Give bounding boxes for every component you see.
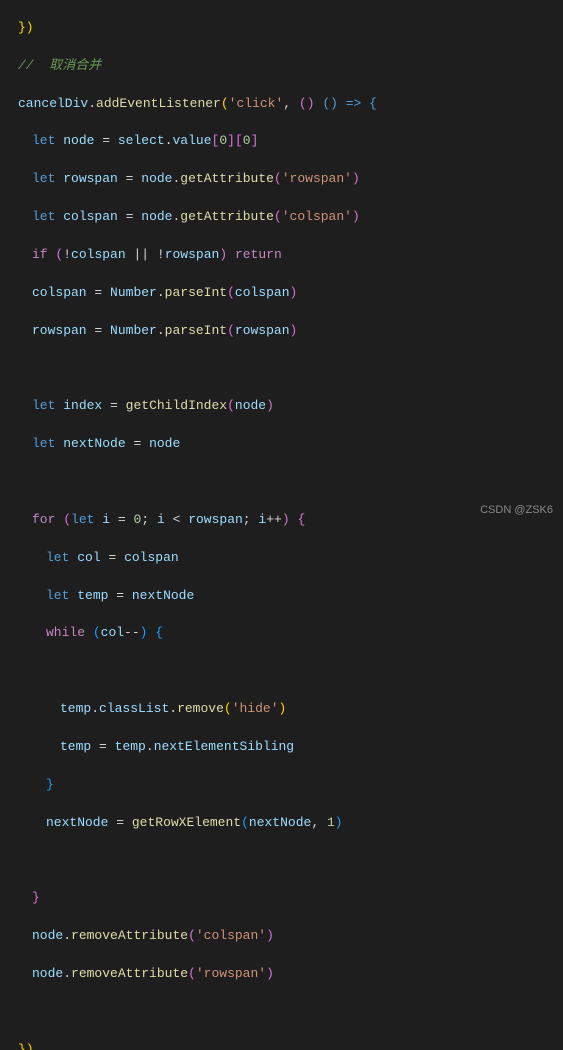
code-line: temp = temp.nextElementSibling (18, 738, 563, 757)
code-line (18, 851, 563, 870)
code-line: if (!colspan || !rowspan) return (18, 246, 563, 265)
code-editor[interactable]: }) // 取消合并 cancelDiv.addEventListener('c… (0, 0, 563, 1050)
code-line: let col = colspan (18, 549, 563, 568)
code-line: let temp = nextNode (18, 587, 563, 606)
code-line: nextNode = getRowXElement(nextNode, 1) (18, 814, 563, 833)
code-line (18, 359, 563, 378)
code-line: }) (18, 1041, 563, 1050)
code-line: temp.classList.remove('hide') (18, 700, 563, 719)
code-line: node.removeAttribute('colspan') (18, 927, 563, 946)
code-line: let node = select.value[0][0] (18, 132, 563, 151)
code-line: node.removeAttribute('rowspan') (18, 965, 563, 984)
code-line: let nextNode = node (18, 435, 563, 454)
code-line (18, 1003, 563, 1022)
code-line: }) (18, 19, 563, 38)
watermark: CSDN @ZSK6 (480, 503, 553, 519)
code-line: while (col--) { (18, 624, 563, 643)
code-line: let colspan = node.getAttribute('colspan… (18, 208, 563, 227)
code-line: let index = getChildIndex(node) (18, 397, 563, 416)
code-line: cancelDiv.addEventListener('click', () (… (18, 95, 563, 114)
code-line: let rowspan = node.getAttribute('rowspan… (18, 170, 563, 189)
code-line: colspan = Number.parseInt(colspan) (18, 284, 563, 303)
code-line (18, 662, 563, 681)
code-line: rowspan = Number.parseInt(rowspan) (18, 322, 563, 341)
code-line: // 取消合并 (18, 57, 563, 76)
code-line (18, 473, 563, 492)
code-line: } (18, 776, 563, 795)
code-line: } (18, 889, 563, 908)
